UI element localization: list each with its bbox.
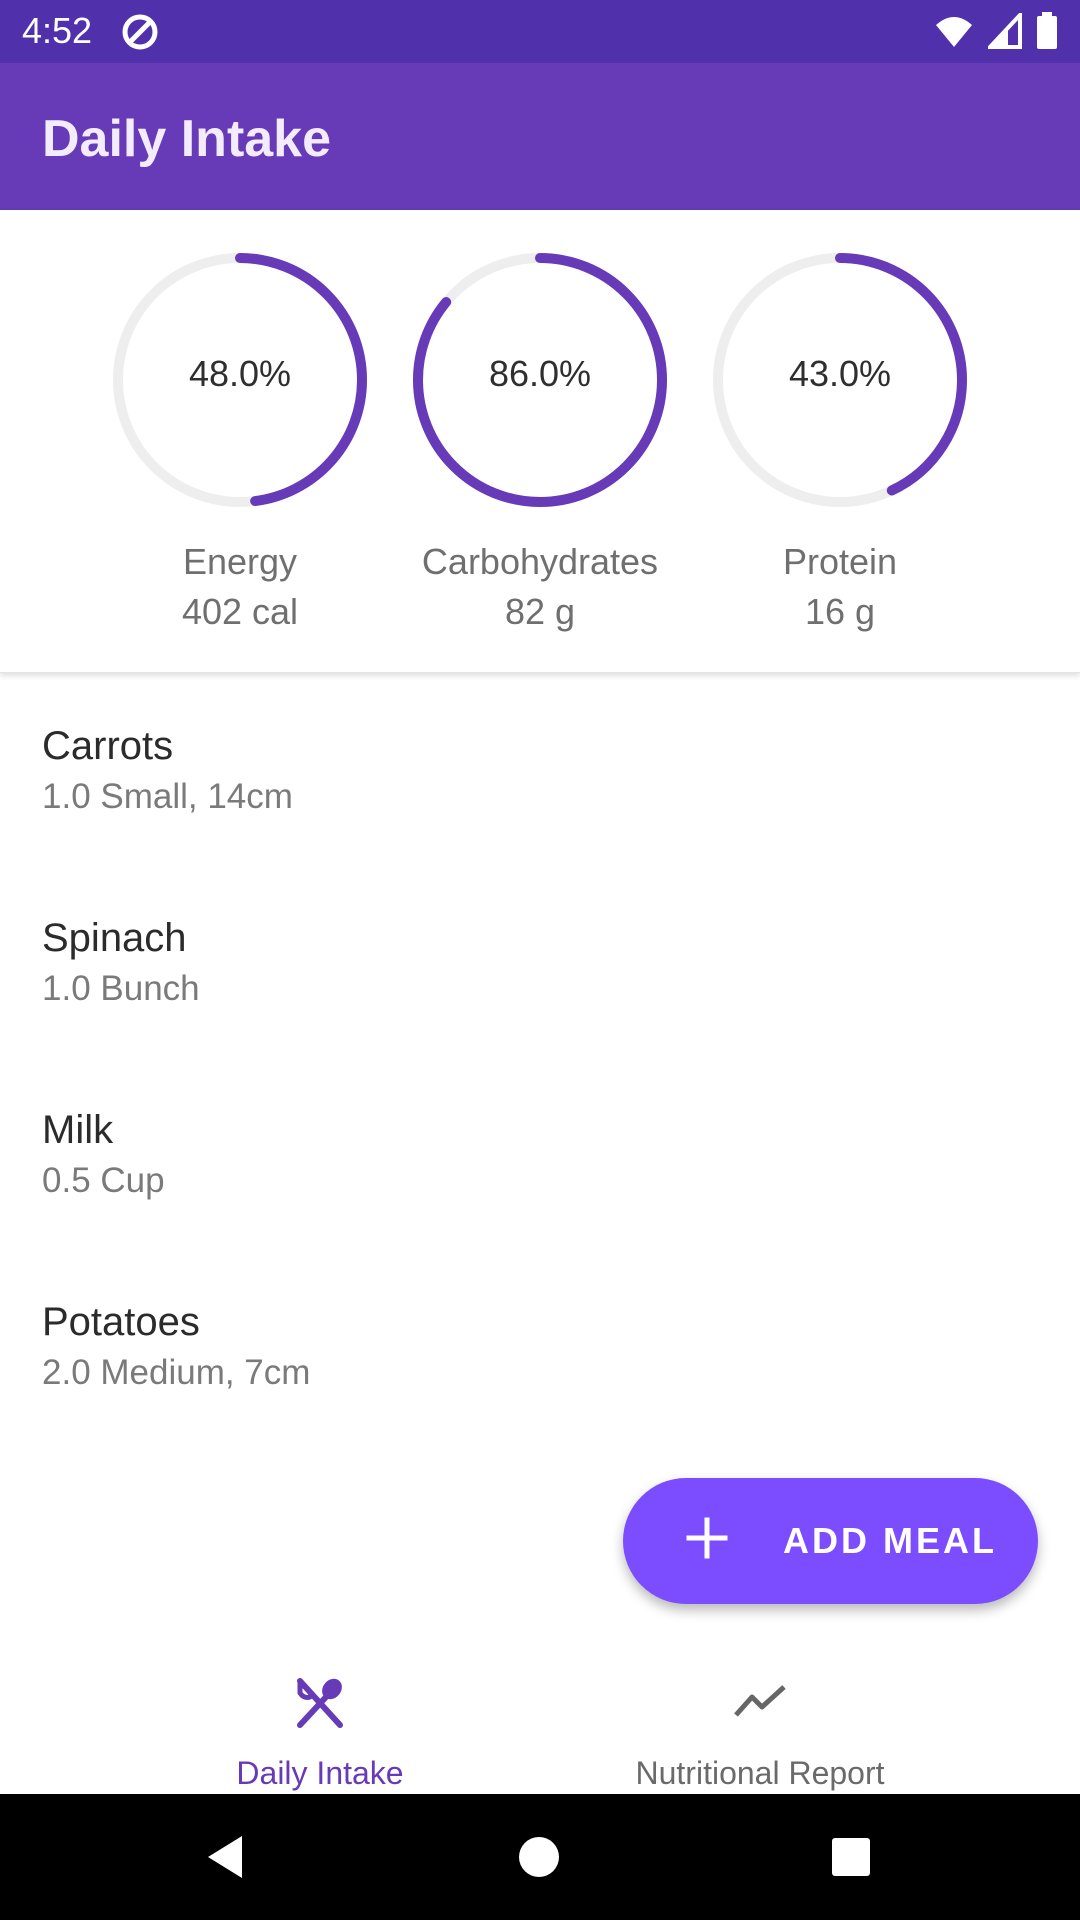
meal-quantity: 1.0 Bunch — [42, 969, 200, 1008]
meal-quantity: 1.0 Small, 14cm — [42, 777, 293, 816]
back-icon[interactable] — [202, 1832, 252, 1887]
gauge-label: Carbohydrates — [421, 541, 659, 582]
plus-icon — [685, 1516, 729, 1565]
meal-name: Carrots — [42, 724, 174, 768]
app-bar: Daily Intake — [0, 63, 1080, 210]
add-meal-button[interactable]: ADD MEAL — [623, 1478, 1038, 1604]
utensils-icon — [120, 1675, 520, 1731]
meal-name: Potatoes — [42, 1300, 200, 1344]
meal-quantity: 2.0 Medium, 7cm — [42, 1353, 311, 1392]
system-navigation-bar — [0, 1794, 1080, 1920]
status-time: 4:52 — [22, 10, 93, 51]
bottom-navigation: Daily Intake Nutritional Report — [0, 1643, 1080, 1794]
gauge-percent: 48.0% — [188, 353, 292, 394]
signal-icon — [985, 9, 1022, 54]
gauge-value: 82 g — [504, 591, 576, 632]
meal-name: Milk — [42, 1108, 114, 1152]
nav-label: Daily Intake — [236, 1755, 404, 1791]
meal-item-potatoes[interactable]: Potatoes 2.0 Medium, 7cm — [0, 1248, 1080, 1440]
gauge-protein: 43.0% Protein 16 g — [690, 250, 990, 650]
status-bar: 4:52 — [0, 0, 1080, 63]
meal-item-milk[interactable]: Milk 0.5 Cup — [0, 1056, 1080, 1248]
meal-name: Spinach — [42, 916, 187, 960]
meal-item-carrots[interactable]: Carrots 1.0 Small, 14cm — [0, 672, 1080, 864]
wifi-icon — [934, 13, 974, 54]
home-icon[interactable] — [514, 1832, 564, 1887]
meal-list: Carrots 1.0 Small, 14cm Spinach 1.0 Bunc… — [0, 672, 1080, 1440]
page-title: Daily Intake — [42, 110, 332, 168]
gauge-energy: 48.0% Energy 402 cal — [90, 250, 390, 650]
gauge-label: Protein — [782, 541, 898, 582]
gauge-value: 16 g — [804, 591, 876, 632]
app-notification-icon — [120, 12, 160, 57]
screen: 4:52 Daily Intake 48.0% Energy 402 cal 8… — [0, 0, 1080, 1920]
meal-item-spinach[interactable]: Spinach 1.0 Bunch — [0, 864, 1080, 1056]
add-meal-label: ADD MEAL — [783, 1520, 997, 1561]
intake-summary: 48.0% Energy 402 cal 86.0% Carbohydrates… — [0, 210, 1080, 673]
trending-icon — [560, 1675, 960, 1731]
gauge-percent: 86.0% — [488, 353, 592, 394]
gauge-label: Energy — [182, 541, 298, 582]
recents-icon[interactable] — [826, 1832, 876, 1887]
nav-item-daily-intake[interactable]: Daily Intake — [120, 1643, 520, 1794]
battery-icon — [1036, 12, 1058, 55]
gauge-value: 402 cal — [181, 591, 299, 632]
nav-label: Nutritional Report — [635, 1755, 885, 1791]
meal-quantity: 0.5 Cup — [42, 1161, 165, 1200]
gauge-carbohydrates: 86.0% Carbohydrates 82 g — [390, 250, 690, 650]
nav-item-nutritional-report[interactable]: Nutritional Report — [560, 1643, 960, 1794]
gauge-percent: 43.0% — [788, 353, 892, 394]
